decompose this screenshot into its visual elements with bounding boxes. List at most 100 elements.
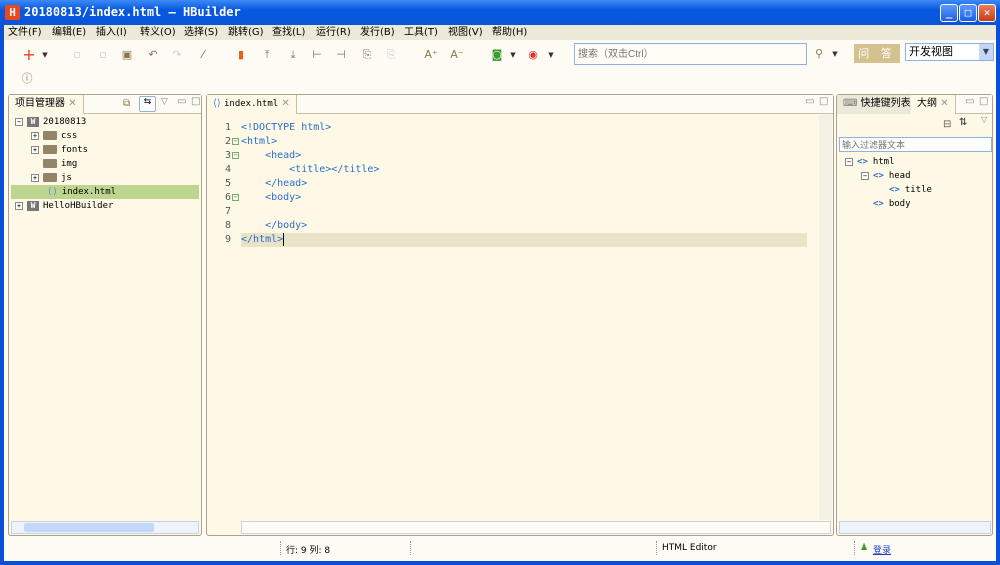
font-increase-icon[interactable]: A⁺: [424, 48, 438, 62]
search-dropdown-icon[interactable]: ▼: [828, 47, 842, 61]
close-icon[interactable]: ✕: [940, 98, 948, 109]
code-line[interactable]: 3− <head>: [207, 149, 817, 163]
browser-dropdown-icon[interactable]: ▼: [544, 48, 558, 62]
tab-index-html[interactable]: ⟨⟩ index.html ✕: [207, 95, 297, 114]
minimize-panel-icon[interactable]: ▭: [805, 96, 814, 107]
collapse-icon[interactable]: −: [861, 171, 869, 180]
forward-icon[interactable]: ⎘: [384, 48, 398, 62]
code-line[interactable]: 7: [207, 205, 817, 219]
tree-item[interactable]: − W 20180813: [15, 115, 86, 129]
horizontal-scrollbar[interactable]: [241, 521, 831, 534]
close-button[interactable]: ✕: [978, 4, 996, 22]
code-line[interactable]: 5 </head>: [207, 177, 817, 191]
indent-right-icon[interactable]: ⊣: [334, 48, 348, 62]
horizontal-scrollbar[interactable]: [839, 521, 991, 534]
tab-shortcut-list[interactable]: ⌨ 快捷键列表: [837, 95, 918, 114]
expand-icon[interactable]: +: [31, 131, 39, 140]
maximize-panel-icon[interactable]: □: [979, 96, 988, 107]
ask-button[interactable]: 问 答: [854, 44, 900, 63]
expand-icon[interactable]: +: [31, 145, 39, 154]
outline-label: html: [872, 157, 895, 167]
font-decrease-icon[interactable]: A⁻: [450, 48, 464, 62]
search-input[interactable]: [574, 43, 807, 65]
format-icon[interactable]: ⁄: [196, 48, 210, 62]
goto-top-icon[interactable]: ⤒: [260, 48, 274, 62]
menu-item[interactable]: 查找(L): [268, 25, 312, 40]
login-link[interactable]: 登录: [873, 543, 891, 556]
outline-item[interactable]: − <> html: [845, 155, 895, 169]
collapse-icon[interactable]: −: [15, 117, 23, 126]
save-all-icon[interactable]: ▫: [96, 48, 110, 62]
sort-icon[interactable]: ⇅: [959, 117, 967, 128]
tree-item[interactable]: ⟨⟩ index.html: [11, 185, 199, 199]
outline-item[interactable]: <> title: [877, 183, 932, 197]
back-icon[interactable]: ⎘: [360, 48, 374, 62]
view-menu-icon[interactable]: ▽: [981, 115, 987, 124]
view-menu-icon[interactable]: ▽: [161, 97, 168, 107]
code-line[interactable]: 1 <!DOCTYPE html>: [207, 121, 817, 135]
menu-item[interactable]: 编辑(E): [48, 25, 92, 40]
filter-input[interactable]: [839, 137, 992, 152]
minimize-panel-icon[interactable]: ▭: [965, 96, 974, 107]
tab-outline[interactable]: 大纲 ✕: [911, 95, 956, 114]
code-line[interactable]: 4 <title></title>: [207, 163, 817, 177]
minimize-panel-icon[interactable]: ▭: [177, 96, 186, 107]
menu-item[interactable]: 工具(T): [400, 25, 444, 40]
browser-icon[interactable]: ◉: [526, 48, 540, 62]
search-icon[interactable]: ⚲: [812, 47, 826, 61]
menu-item[interactable]: 帮助(H): [488, 25, 532, 40]
menu-item[interactable]: 发行(B): [356, 25, 400, 40]
vertical-scrollbar[interactable]: [819, 115, 832, 520]
run-device-icon[interactable]: ◙: [490, 48, 504, 62]
menu-item[interactable]: 插入(I): [92, 25, 136, 40]
expand-icon[interactable]: +: [15, 201, 23, 210]
new-icon[interactable]: +: [22, 47, 36, 63]
scrollbar-thumb[interactable]: [24, 523, 154, 532]
menu-item[interactable]: 视图(V): [444, 25, 488, 40]
expand-icon[interactable]: +: [31, 173, 39, 182]
goto-bottom-icon[interactable]: ⤓: [286, 48, 300, 62]
collapse-all-icon[interactable]: ⧉: [123, 98, 130, 109]
undo-icon[interactable]: ↶: [146, 48, 160, 62]
collapse-icon[interactable]: −: [845, 157, 853, 166]
code-line[interactable]: 2− <html>: [207, 135, 817, 149]
bookmark-icon[interactable]: ▮: [234, 48, 248, 62]
menu-item[interactable]: 转义(O): [136, 25, 180, 40]
close-icon[interactable]: ✕: [68, 98, 76, 109]
minimize-button[interactable]: _: [940, 4, 958, 22]
tab-project-manager[interactable]: 项目管理器 ✕: [9, 95, 84, 114]
menu-item[interactable]: 运行(R): [312, 25, 356, 40]
folder-icon: [43, 131, 57, 140]
code-line[interactable]: 9 </html>: [207, 233, 817, 247]
maximize-button[interactable]: □: [959, 4, 977, 22]
outline-item[interactable]: <> body: [861, 197, 911, 211]
tree-item[interactable]: img: [31, 157, 77, 171]
redo-icon[interactable]: ↷: [170, 48, 184, 62]
horizontal-scrollbar[interactable]: [11, 521, 199, 534]
code-line[interactable]: 6− <body>: [207, 191, 817, 205]
tree-item[interactable]: + js: [31, 171, 72, 185]
maximize-panel-icon[interactable]: □: [819, 96, 828, 107]
fold-icon[interactable]: −: [232, 194, 239, 201]
view-select[interactable]: 开发视图 ▼: [905, 43, 994, 61]
fold-icon[interactable]: −: [232, 152, 239, 159]
tree-item[interactable]: + css: [31, 129, 77, 143]
link-editor-icon[interactable]: ⇆: [139, 96, 156, 112]
info-icon[interactable]: ⓘ: [20, 72, 34, 86]
outline-item[interactable]: − <> head: [861, 169, 911, 183]
tree-item[interactable]: + fonts: [31, 143, 88, 157]
close-icon[interactable]: ✕: [281, 98, 289, 109]
tree-item[interactable]: + W HelloHBuilder: [15, 199, 113, 213]
close-file-icon[interactable]: ▣: [120, 48, 134, 62]
fold-icon[interactable]: −: [232, 138, 239, 145]
new-dropdown-icon[interactable]: ▼: [38, 48, 52, 62]
menu-item[interactable]: 跳转(G): [224, 25, 268, 40]
maximize-panel-icon[interactable]: □: [191, 96, 200, 107]
collapse-icon[interactable]: ⊟: [943, 119, 951, 130]
menu-item[interactable]: 选择(S): [180, 25, 224, 40]
save-icon[interactable]: ▫: [70, 48, 84, 62]
indent-left-icon[interactable]: ⊢: [310, 48, 324, 62]
code-line[interactable]: 8 </body>: [207, 219, 817, 233]
menu-item[interactable]: 文件(F): [4, 25, 48, 40]
run-dropdown-icon[interactable]: ▼: [506, 48, 520, 62]
